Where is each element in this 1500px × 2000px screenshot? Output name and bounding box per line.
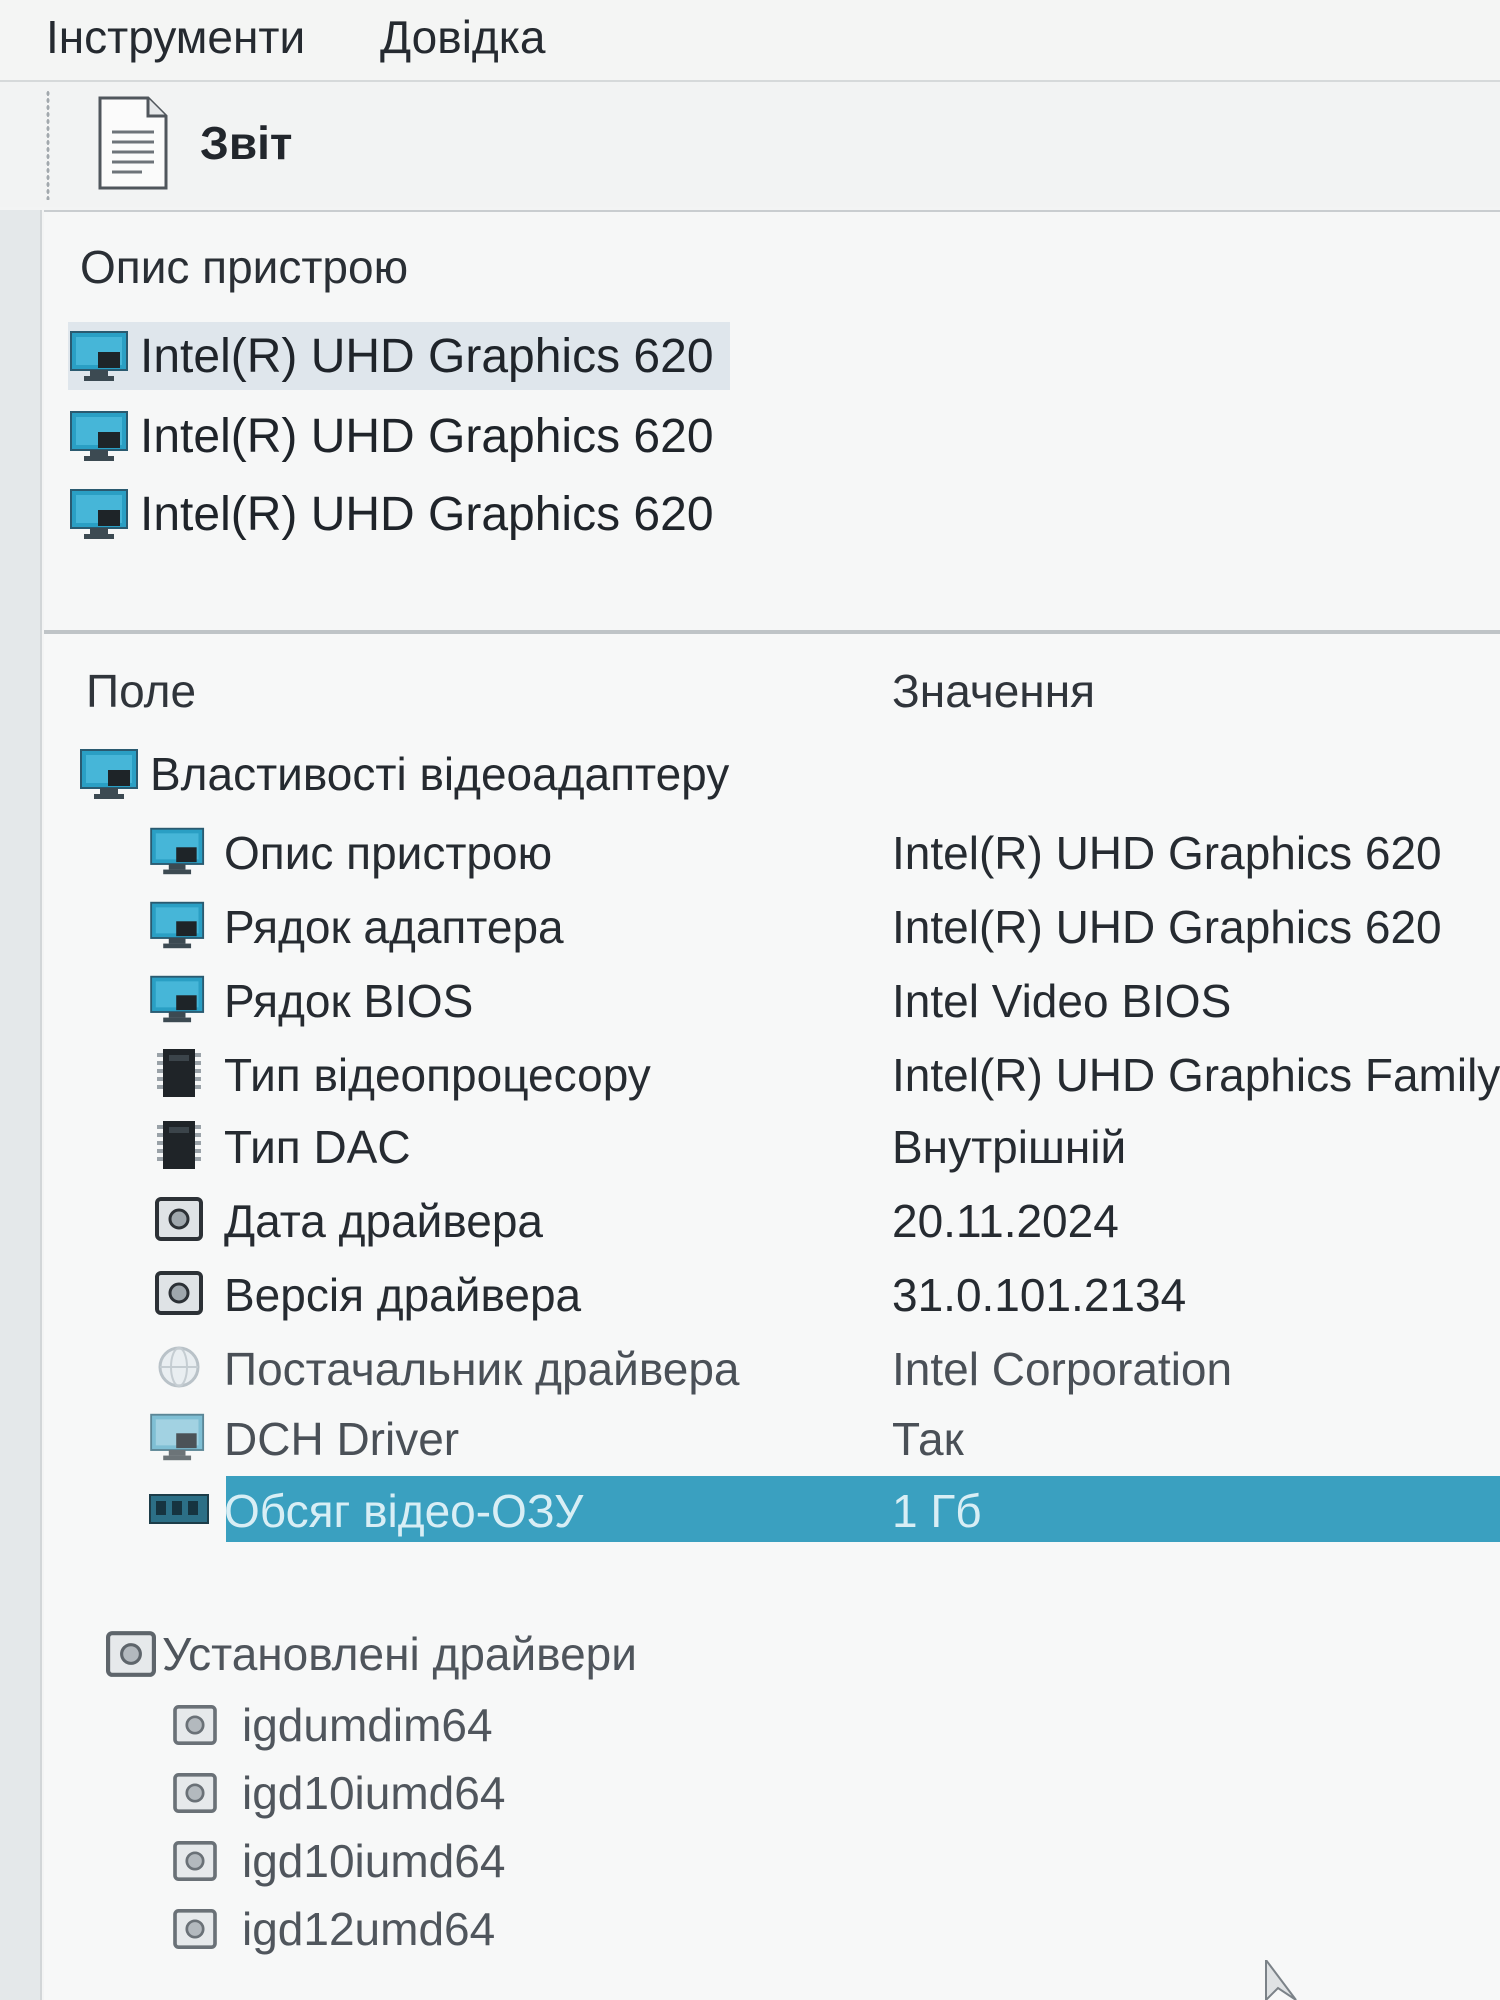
driver-item[interactable]: igdumdim64 bbox=[44, 1694, 944, 1754]
property-row-adapter-string[interactable]: Рядок адаптера Intel(R) UHD Graphics 620 bbox=[44, 892, 1500, 958]
device-list-header: Опис пристрою bbox=[80, 241, 409, 293]
system-info-window: Інструменти Довідка Звіт Опис пристрою I… bbox=[0, 0, 1500, 2000]
toolbar: Звіт bbox=[0, 82, 1500, 207]
globe-icon bbox=[148, 1340, 210, 1394]
property-field: Версія драйвера bbox=[224, 1269, 582, 1321]
property-row-gpu-type[interactable]: Тип відеопроцесору Intel(R) UHD Graphics… bbox=[44, 1040, 1500, 1106]
property-value: 20.11.2024 bbox=[892, 1195, 1119, 1247]
property-field: Рядок адаптера bbox=[224, 901, 564, 953]
group-installed-drivers[interactable]: Установлені драйвери bbox=[106, 1624, 637, 1684]
device-item-label: Intel(R) UHD Graphics 620 bbox=[140, 409, 714, 463]
driver-item-label: igd10iumd64 bbox=[242, 1835, 506, 1887]
driver-item-label: igdumdim64 bbox=[242, 1699, 493, 1751]
property-field: DCH Driver bbox=[224, 1413, 460, 1465]
group-label: Властивості відеоадаптеру bbox=[150, 748, 730, 800]
driver-item[interactable]: igd10iumd64 bbox=[44, 1762, 944, 1822]
monitor-icon bbox=[70, 331, 128, 381]
device-list-panel: Опис пристрою Intel(R) UHD Graphics 620 … bbox=[44, 210, 1500, 632]
property-row-driver-date[interactable]: Дата драйвера 20.11.2024 bbox=[44, 1186, 1500, 1252]
driver-icon bbox=[170, 1770, 220, 1816]
driver-icon bbox=[170, 1702, 220, 1748]
property-value: Intel(R) UHD Graphics Family bbox=[892, 1049, 1500, 1101]
monitor-icon bbox=[70, 489, 128, 539]
monitor-icon bbox=[148, 824, 210, 878]
property-row-driver-version[interactable]: Версія драйвера 31.0.101.2134 bbox=[44, 1260, 1500, 1326]
device-item-label: Intel(R) UHD Graphics 620 bbox=[140, 329, 714, 383]
property-value: 31.0.101.2134 bbox=[892, 1269, 1187, 1321]
toolbar-grip[interactable] bbox=[46, 90, 50, 200]
property-value: 1 Гб bbox=[892, 1485, 982, 1537]
property-field: Тип DAC bbox=[224, 1121, 411, 1173]
monitor-icon bbox=[80, 749, 138, 799]
navigation-pane-edge[interactable] bbox=[0, 210, 42, 2000]
chip-icon bbox=[148, 1046, 210, 1100]
property-value: Intel Video BIOS bbox=[892, 975, 1232, 1027]
monitor-icon bbox=[148, 1410, 210, 1464]
device-item[interactable]: Intel(R) UHD Graphics 620 bbox=[68, 322, 730, 390]
device-item-label: Intel(R) UHD Graphics 620 bbox=[140, 487, 714, 541]
property-field: Обсяг відео-ОЗУ bbox=[224, 1485, 584, 1537]
menu-help[interactable]: Довідка bbox=[380, 10, 545, 64]
property-row-dac-type[interactable]: Тип DAC Внутрішній bbox=[44, 1112, 1500, 1178]
property-value: Так bbox=[892, 1413, 964, 1465]
memory-icon bbox=[148, 1482, 210, 1536]
driver-item-label: igd10iumd64 bbox=[242, 1767, 506, 1819]
property-value: Intel(R) UHD Graphics 620 bbox=[892, 827, 1442, 879]
driver-icon bbox=[148, 1266, 210, 1320]
monitor-icon bbox=[148, 898, 210, 952]
property-field: Постачальник драйвера bbox=[224, 1343, 740, 1395]
property-value: Intel Corporation bbox=[892, 1343, 1233, 1395]
group-label: Установлені драйвери bbox=[162, 1628, 637, 1680]
property-row-bios-string[interactable]: Рядок BIOS Intel Video BIOS bbox=[44, 966, 1500, 1032]
report-button[interactable]: Звіт bbox=[96, 94, 346, 194]
column-header-field[interactable]: Поле bbox=[86, 664, 196, 718]
property-field: Дата драйвера bbox=[224, 1195, 544, 1247]
report-label: Звіт bbox=[200, 117, 293, 169]
property-field: Тип відеопроцесору bbox=[224, 1049, 651, 1101]
properties-list: Поле Значення Властивості відеоадаптеру … bbox=[44, 634, 1500, 2000]
driver-icon bbox=[148, 1192, 210, 1246]
property-field: Опис пристрою bbox=[224, 827, 553, 879]
driver-item[interactable]: igd10iumd64 bbox=[44, 1830, 944, 1890]
device-item[interactable]: Intel(R) UHD Graphics 620 bbox=[68, 480, 730, 548]
driver-icon bbox=[170, 1838, 220, 1884]
monitor-icon bbox=[148, 972, 210, 1026]
property-row-driver-provider[interactable]: Постачальник драйвера Intel Corporation bbox=[44, 1334, 1500, 1400]
property-row-dch-driver[interactable]: DCH Driver Так bbox=[44, 1404, 1500, 1470]
property-value: Внутрішній bbox=[892, 1121, 1127, 1173]
menu-bar: Інструменти Довідка bbox=[0, 0, 1500, 82]
menu-tools[interactable]: Інструменти bbox=[46, 10, 305, 64]
driver-item-label: igd12umd64 bbox=[242, 1903, 496, 1955]
property-value: Intel(R) UHD Graphics 620 bbox=[892, 901, 1442, 953]
driver-icon bbox=[170, 1906, 220, 1952]
column-header-value[interactable]: Значення bbox=[892, 664, 1095, 718]
document-icon bbox=[98, 96, 168, 190]
driver-item[interactable]: igd12umd64 bbox=[44, 1898, 944, 1958]
driver-icon bbox=[106, 1631, 156, 1677]
property-row-device-description[interactable]: Опис пристрою Intel(R) UHD Graphics 620 bbox=[44, 818, 1500, 884]
property-field: Рядок BIOS bbox=[224, 975, 474, 1027]
mouse-cursor-icon bbox=[1265, 1960, 1297, 2000]
monitor-icon bbox=[70, 411, 128, 461]
chip-icon bbox=[148, 1118, 210, 1172]
property-row-video-memory[interactable]: Обсяг відео-ОЗУ 1 Гб bbox=[44, 1476, 1500, 1542]
group-video-adapter-properties[interactable]: Властивості відеоадаптеру bbox=[78, 744, 729, 804]
device-item[interactable]: Intel(R) UHD Graphics 620 bbox=[68, 402, 730, 470]
